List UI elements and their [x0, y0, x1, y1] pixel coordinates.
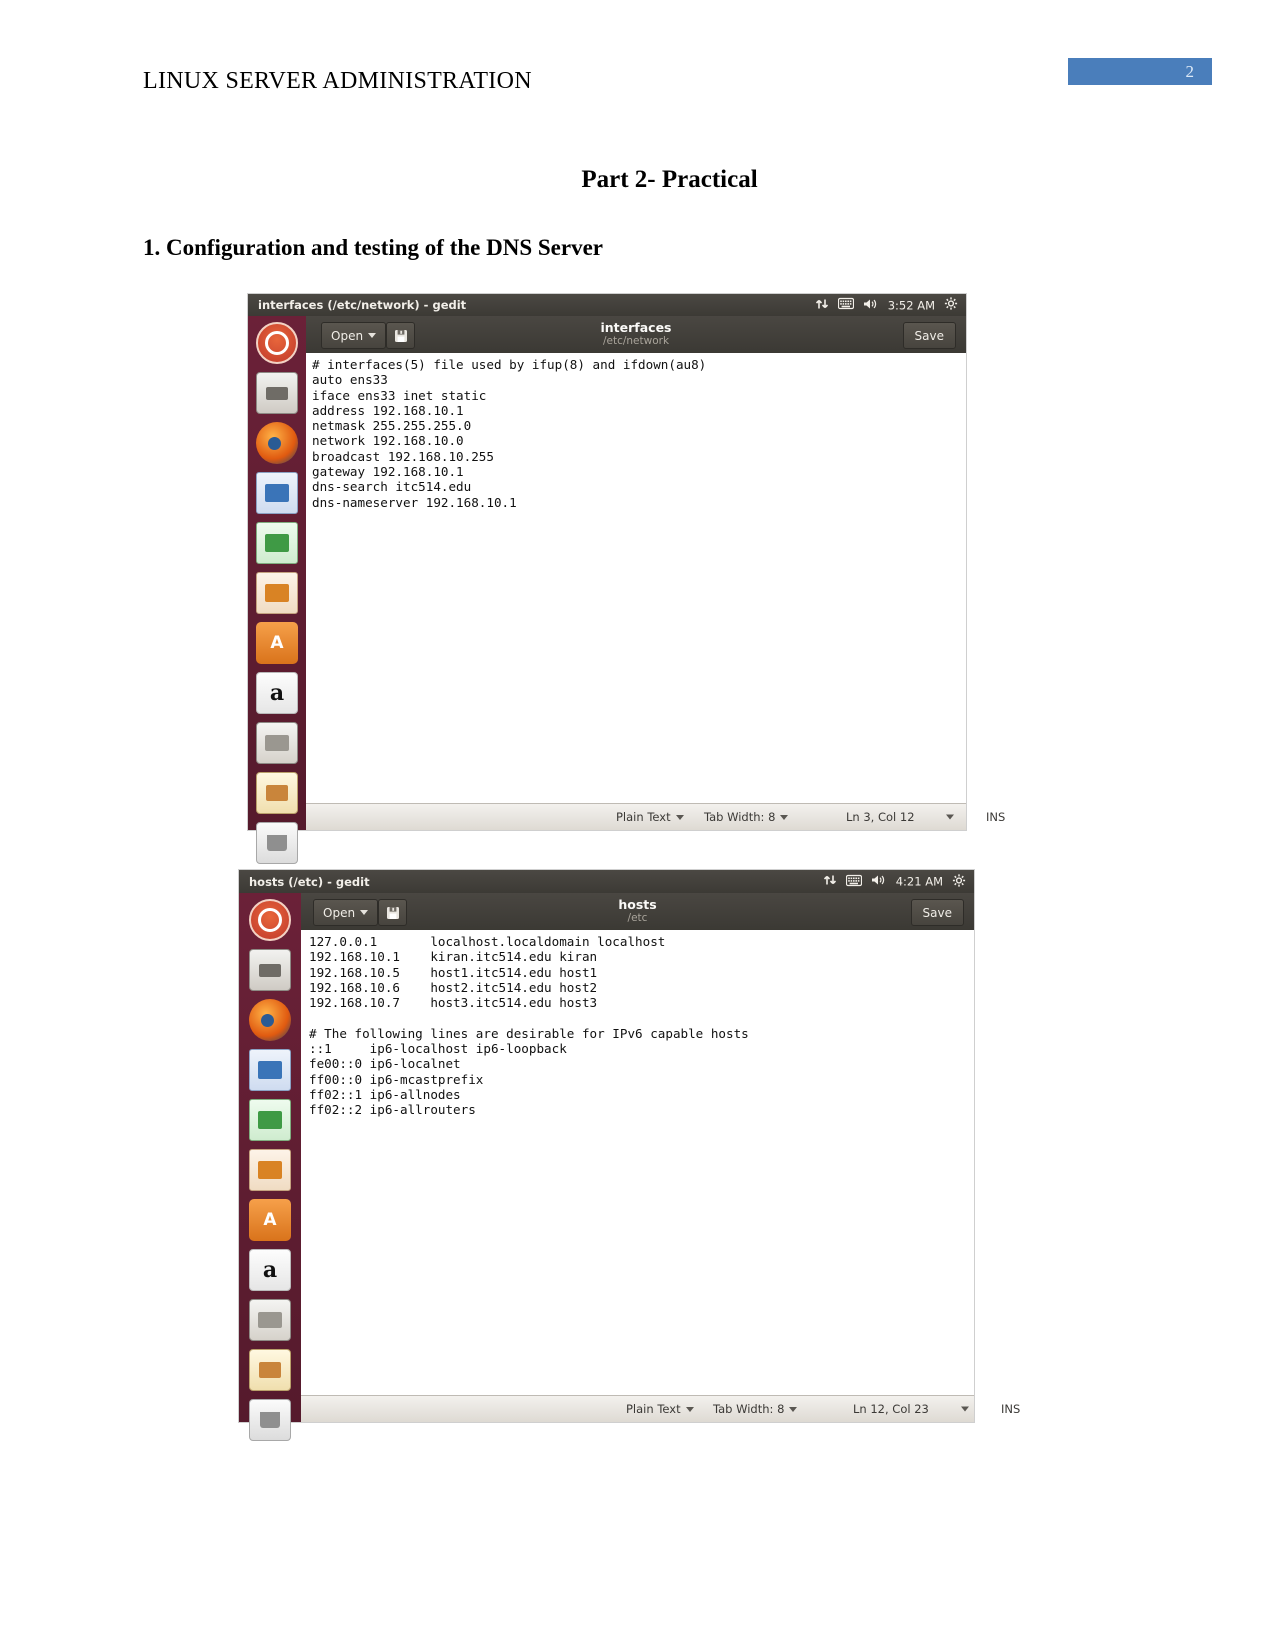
system-settings-icon[interactable] — [249, 1299, 291, 1341]
amazon-icon[interactable] — [256, 672, 298, 714]
ubuntu-dash-icon[interactable] — [256, 322, 298, 364]
gear-icon[interactable] — [952, 873, 966, 890]
system-indicators: 3:52 AM — [815, 297, 958, 314]
gedit-statusbar: Plain Text Tab Width: 8 Ln 3, Col 12 INS — [306, 803, 1005, 830]
section-heading: 1. Configuration and testing of the DNS … — [143, 235, 603, 260]
language-label: Plain Text — [626, 1402, 681, 1416]
libreoffice-calc-icon[interactable] — [249, 1099, 291, 1141]
libreoffice-impress-icon[interactable] — [256, 572, 298, 614]
window-titlebar: hosts (/etc) - gedit 4:21 AM — [239, 870, 974, 893]
chevron-down-icon — [961, 1406, 969, 1412]
libreoffice-impress-icon[interactable] — [249, 1149, 291, 1191]
network-icon[interactable] — [823, 874, 837, 890]
text-editor-icon[interactable] — [249, 1349, 291, 1391]
gedit-toolbar: Open hosts /etc Save — [301, 893, 974, 930]
editor-content[interactable]: # interfaces(5) file used by ifup(8) and… — [306, 353, 966, 510]
system-clock[interactable]: 4:21 AM — [896, 875, 943, 889]
save-icon-button[interactable] — [378, 899, 407, 926]
unity-launcher[interactable] — [248, 316, 307, 864]
libreoffice-writer-icon[interactable] — [256, 472, 298, 514]
tab-width-label: Tab Width: 8 — [704, 810, 776, 824]
tab-width-selector[interactable]: Tab Width: 8 — [713, 1402, 798, 1416]
chevron-down-icon — [675, 814, 684, 820]
window-titlebar: interfaces (/etc/network) - gedit 3:52 A… — [248, 294, 966, 316]
chevron-down-icon — [685, 1406, 694, 1412]
text-editor-area[interactable]: # interfaces(5) file used by ifup(8) and… — [306, 353, 966, 804]
keyboard-icon[interactable] — [837, 297, 854, 313]
vertical-scrollbar[interactable] — [965, 930, 974, 1396]
ubuntu-dash-icon[interactable] — [249, 899, 291, 941]
firefox-icon[interactable] — [256, 422, 298, 464]
trash-icon[interactable] — [249, 1399, 291, 1441]
volume-icon[interactable] — [871, 874, 887, 890]
save-button[interactable]: Save — [902, 322, 956, 349]
chevron-down-icon — [789, 1406, 798, 1412]
libreoffice-calc-icon[interactable] — [256, 522, 298, 564]
language-selector[interactable]: Plain Text — [626, 1402, 694, 1416]
editor-content[interactable]: 127.0.0.1 localhost.localdomain localhos… — [301, 930, 974, 1118]
trash-icon[interactable] — [256, 822, 298, 864]
text-editor-area[interactable]: 127.0.0.1 localhost.localdomain localhos… — [301, 930, 974, 1396]
cursor-position: Ln 3, Col 12 — [846, 810, 915, 824]
network-icon[interactable] — [815, 297, 829, 313]
save-disk-icon — [386, 906, 399, 919]
insert-mode-indicator: INS — [1001, 1402, 1021, 1416]
chevron-down-icon — [368, 333, 377, 338]
gedit-window-hosts[interactable]: hosts (/etc) - gedit 4:21 AM A a Open ho… — [239, 870, 1020, 1441]
tab-width-label: Tab Width: 8 — [713, 1402, 785, 1416]
vertical-scrollbar[interactable] — [957, 353, 966, 804]
chevron-down-icon — [360, 910, 369, 915]
amazon-icon[interactable] — [249, 1249, 291, 1291]
gedit-window-interfaces[interactable]: interfaces (/etc/network) - gedit 3:52 A… — [248, 294, 1005, 864]
open-button[interactable]: Open — [321, 322, 387, 349]
page-title-text: Part 2- Practical — [581, 166, 758, 193]
save-disk-icon — [394, 329, 407, 342]
open-button-label: Open — [331, 328, 364, 343]
gedit-body: Open hosts /etc Save 127.0.0.1 localhost… — [301, 893, 1020, 1422]
libreoffice-writer-icon[interactable] — [249, 1049, 291, 1091]
gedit-toolbar: Open interfaces /etc/network Save — [306, 316, 966, 353]
unity-launcher[interactable] — [239, 893, 302, 1441]
ubuntu-software-icon[interactable] — [249, 1199, 291, 1241]
save-icon-button[interactable] — [386, 322, 415, 349]
files-icon[interactable] — [249, 949, 291, 991]
document-running-header: LINUX SERVER ADMINISTRATION — [143, 68, 532, 94]
text-editor-icon[interactable] — [256, 772, 298, 814]
system-clock[interactable]: 3:52 AM — [888, 298, 935, 312]
statusbar-menu-button[interactable] — [946, 814, 954, 820]
chevron-down-icon — [780, 814, 789, 820]
tab-width-selector[interactable]: Tab Width: 8 — [704, 810, 789, 824]
save-button[interactable]: Save — [910, 899, 964, 926]
files-icon[interactable] — [256, 372, 298, 414]
window-title: hosts (/etc) - gedit — [249, 874, 370, 889]
volume-icon[interactable] — [863, 297, 879, 313]
gedit-body: Open interfaces /etc/network Save # inte… — [306, 316, 1005, 830]
window-title: interfaces (/etc/network) - gedit — [258, 298, 467, 312]
insert-mode-indicator: INS — [986, 810, 1006, 824]
statusbar-menu-button[interactable] — [961, 1406, 969, 1412]
open-button[interactable]: Open — [313, 899, 379, 926]
open-button-label: Open — [323, 905, 356, 920]
gear-icon[interactable] — [944, 297, 958, 314]
gedit-statusbar: Plain Text Tab Width: 8 Ln 12, Col 23 IN… — [301, 1395, 1020, 1422]
system-indicators: 4:21 AM — [823, 873, 966, 890]
cursor-position: Ln 12, Col 23 — [853, 1402, 929, 1416]
chevron-down-icon — [946, 814, 954, 820]
language-label: Plain Text — [616, 810, 671, 824]
page-number-badge: 2 — [1068, 58, 1212, 85]
language-selector[interactable]: Plain Text — [616, 810, 684, 824]
page-title: Part 2- Practical — [0, 166, 1275, 194]
keyboard-icon[interactable] — [845, 874, 862, 889]
firefox-icon[interactable] — [249, 999, 291, 1041]
system-settings-icon[interactable] — [256, 722, 298, 764]
ubuntu-software-icon[interactable] — [256, 622, 298, 664]
